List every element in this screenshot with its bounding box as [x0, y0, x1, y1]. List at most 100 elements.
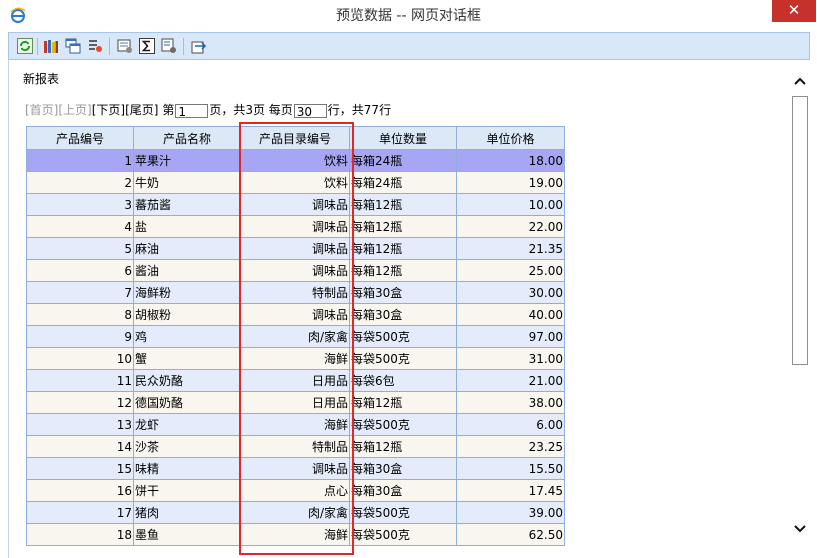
cell-product-id: 4 [26, 215, 134, 238]
cell-product-name: 酱油 [133, 259, 241, 282]
report-name: 新报表 [23, 72, 60, 86]
cell-product-name: 牛奶 [133, 171, 241, 194]
close-button[interactable]: ✕ [772, 0, 816, 22]
cell-category: 肉/家禽 [240, 325, 350, 348]
cell-product-id: 7 [26, 281, 134, 304]
export-icon[interactable] [191, 38, 207, 54]
list-settings-icon[interactable] [87, 38, 103, 54]
column-header[interactable]: 产品编号 [26, 126, 134, 150]
cell-unit-quantity: 每箱12瓶 [349, 391, 457, 414]
table-row[interactable]: 10 蟹海鲜 每袋500克 31.00 [26, 347, 565, 370]
cell-category: 特制品 [240, 281, 350, 304]
cell-product-name: 墨鱼 [133, 523, 241, 546]
column-header[interactable]: 单位价格 [456, 126, 565, 150]
windows-icon[interactable] [65, 38, 81, 54]
table-row[interactable]: 9 鸡肉/家禽 每袋500克 97.00 [26, 325, 565, 348]
cell-product-name: 民众奶酪 [133, 369, 241, 392]
cell-unit-quantity: 每箱30盒 [349, 479, 457, 502]
scrollbar-thumb[interactable] [792, 96, 808, 365]
prev-page-link[interactable]: [上页] [58, 103, 91, 117]
cell-product-id: 8 [26, 303, 134, 326]
cell-product-id: 3 [26, 193, 134, 216]
cell-product-name: 胡椒粉 [133, 303, 241, 326]
cell-product-name: 龙虾 [133, 413, 241, 436]
scroll-up-arrow-icon[interactable] [790, 72, 810, 92]
scroll-down-arrow-icon[interactable] [790, 518, 810, 538]
cell-unit-quantity: 每箱12瓶 [349, 193, 457, 216]
cell-category: 调味品 [240, 303, 350, 326]
cell-unit-quantity: 每袋6包 [349, 369, 457, 392]
cell-unit-quantity: 每箱12瓶 [349, 259, 457, 282]
cell-product-id: 10 [26, 347, 134, 370]
table-row[interactable]: 12 德国奶酪 日用品 每箱12瓶 38.00 [26, 391, 565, 414]
cell-unit-price: 21.35 [456, 237, 565, 260]
cell-unit-quantity: 每箱30盒 [349, 281, 457, 304]
cell-category: 调味品 [240, 457, 350, 480]
cell-unit-quantity: 每袋500克 [349, 325, 457, 348]
cell-unit-price: 23.25 [456, 435, 565, 458]
table-row[interactable]: 1 苹果汁 饮料 每箱24瓶 18.00 [26, 149, 565, 172]
cell-unit-price: 21.00 [456, 369, 565, 392]
page-count-label: 页，共3页 每页 [209, 103, 293, 117]
cell-unit-price: 40.00 [456, 303, 565, 326]
cell-category: 海鲜 [240, 413, 350, 436]
cell-unit-price: 97.00 [456, 325, 565, 348]
table-row[interactable]: 5 麻油 调味品 每箱12瓶 21.35 [26, 237, 565, 260]
pager: [首页][上页][下页][尾页] 第 1 页，共3页 每页 30 行，共77行 [25, 101, 392, 119]
first-page-link[interactable]: [首页] [25, 103, 58, 117]
table-body: 1 苹果汁 饮料 每箱24瓶 18.00 2 牛奶 饮料 每箱24瓶 19.00 3 蕃茄酱 调味品 每箱… [26, 149, 565, 546]
cell-unit-quantity: 每箱24瓶 [349, 149, 457, 172]
table-row[interactable]: 16 饼干 点心 每箱30盒 17.45 [26, 479, 565, 502]
cell-product-id: 5 [26, 237, 134, 260]
table-row[interactable]: 6 酱油 调味品 每箱12瓶 25.00 [26, 259, 565, 282]
cell-unit-quantity: 每箱12瓶 [349, 215, 457, 238]
cell-product-id: 16 [26, 479, 134, 502]
cell-category: 特制品 [240, 435, 350, 458]
table-row[interactable]: 14 沙茶 特制品 每箱12瓶 23.25 [26, 435, 565, 458]
table-row[interactable]: 2 牛奶 饮料 每箱24瓶 19.00 [26, 171, 565, 194]
sum-icon[interactable] [139, 38, 155, 54]
page-number-input[interactable]: 1 [175, 103, 209, 119]
cell-product-id: 12 [26, 391, 134, 414]
table-row[interactable]: 17 猪肉 肉/家禽 每袋500克 39.00 [26, 501, 565, 524]
table-row[interactable]: 15 味精 调味品 每箱30盒 15.50 [26, 457, 565, 480]
last-page-link[interactable]: [尾页] [125, 103, 158, 117]
table-row[interactable]: 11 民众奶酪 日用品 每袋6包 21.00 [26, 369, 565, 392]
books-icon[interactable] [43, 38, 59, 54]
vertical-scrollbar[interactable] [790, 72, 810, 558]
page-size-input[interactable]: 30 [293, 103, 327, 119]
column-header[interactable]: 产品目录编号 [240, 126, 350, 150]
cell-unit-quantity: 每袋500克 [349, 501, 457, 524]
cell-product-id: 2 [26, 171, 134, 194]
refresh-icon[interactable] [17, 38, 33, 54]
print-settings-icon[interactable] [117, 38, 133, 54]
cell-unit-quantity: 每袋500克 [349, 347, 457, 370]
cell-category: 点心 [240, 479, 350, 502]
table-row[interactable]: 13 龙虾 海鲜 每袋500克 6.00 [26, 413, 565, 436]
cell-unit-price: 18.00 [456, 149, 565, 172]
window-title: 预览数据 -- 网页对话框 [335, 8, 481, 24]
cell-product-name: 苹果汁 [133, 149, 241, 172]
row-count-label: 行，共77行 [327, 103, 392, 117]
cell-product-name: 麻油 [133, 237, 241, 260]
table-row[interactable]: 3 蕃茄酱 调味品 每箱12瓶 10.00 [26, 193, 565, 216]
table-row[interactable]: 18 墨鱼 海鲜 每袋500克 62.50 [26, 523, 565, 546]
cell-product-id: 17 [26, 501, 134, 524]
column-header[interactable]: 单位数量 [349, 126, 457, 150]
column-header[interactable]: 产品名称 [133, 126, 241, 150]
toolbar-separator [109, 38, 110, 55]
cell-unit-price: 17.45 [456, 479, 565, 502]
table-row[interactable]: 7 海鲜粉 特制品 每箱30盒 30.00 [26, 281, 565, 304]
cell-unit-price: 25.00 [456, 259, 565, 282]
cell-unit-quantity: 每箱24瓶 [349, 171, 457, 194]
toolbar-separator [37, 38, 38, 55]
cell-product-name: 沙茶 [133, 435, 241, 458]
cell-product-id: 11 [26, 369, 134, 392]
table-row[interactable]: 8 胡椒粉 调味品 每箱30盒 40.00 [26, 303, 565, 326]
cell-category: 饮料 [240, 171, 350, 194]
cell-unit-price: 30.00 [456, 281, 565, 304]
query-settings-icon[interactable] [161, 38, 177, 54]
data-table: 产品编号 产品名称 产品目录编号 单位数量 单位价格 1 苹果汁 饮料 每箱24瓶 18… [26, 126, 565, 546]
next-page-link[interactable]: [下页] [92, 103, 125, 117]
table-row[interactable]: 4 盐调味品 每箱12瓶 22.00 [26, 215, 565, 238]
